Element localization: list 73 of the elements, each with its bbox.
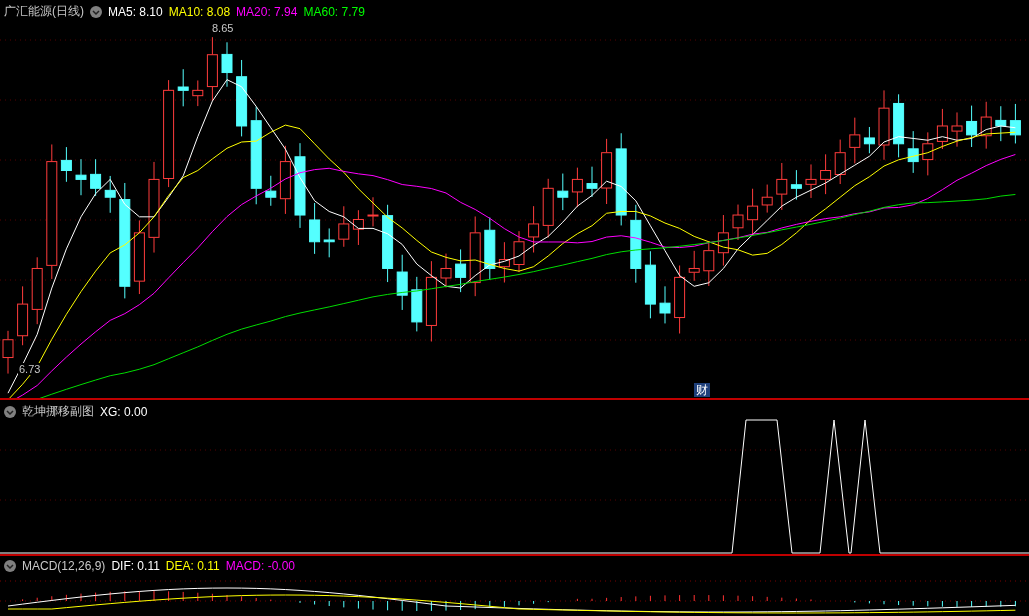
candlestick: [396, 254, 408, 311]
candlestick: [907, 130, 919, 174]
candlestick: [265, 175, 277, 207]
candlestick: [206, 36, 218, 102]
indicator-value: MA60: 7.79: [303, 4, 365, 19]
candlestick: [980, 101, 992, 150]
candlestick: [674, 265, 686, 334]
candlestick: [995, 105, 1007, 142]
candlestick: [922, 131, 934, 176]
candlestick: [75, 158, 87, 196]
candlestick: [966, 105, 978, 148]
indicator-value: DEA: 0.11: [165, 559, 220, 573]
candlestick: [309, 202, 321, 255]
candlestick: [703, 240, 715, 287]
candlestick: [367, 196, 379, 227]
candlestick: [60, 146, 72, 183]
indicator-value: MA20: 7.94: [236, 4, 298, 19]
candlestick: [659, 285, 671, 324]
indicator-value: MACD: -0.00: [225, 559, 295, 573]
candlestick: [747, 188, 759, 236]
candlestick: [893, 93, 905, 158]
dropdown-icon[interactable]: [4, 560, 16, 572]
candlestick: [484, 217, 496, 281]
candlestick: [717, 214, 729, 267]
chart-title: MACD(12,26,9): [22, 559, 106, 573]
candlestick: [805, 163, 817, 199]
candlestick: [586, 166, 598, 198]
low-price-label: 6.73: [18, 363, 42, 375]
indicator-value: XG: 0.00: [100, 404, 148, 419]
candlestick: [455, 248, 467, 293]
candlestick: [338, 205, 350, 248]
candlestick: [571, 167, 583, 208]
candlestick: [104, 175, 116, 214]
candlestick: [820, 153, 832, 195]
candlestick: [951, 111, 963, 148]
candlestick: [849, 117, 861, 164]
candlestick: [776, 162, 788, 211]
candlestick: [732, 204, 744, 241]
high-price-label: 8.65: [212, 22, 234, 34]
candlestick: [192, 79, 204, 107]
candlestick: [644, 250, 656, 319]
dropdown-icon[interactable]: [90, 5, 102, 18]
candlestick: [31, 256, 43, 325]
dropdown-icon[interactable]: [4, 405, 16, 418]
chart-title: 乾坤挪移副图: [22, 403, 94, 420]
candlestick: [352, 209, 364, 246]
candlestick: [440, 253, 452, 288]
candlestick: [17, 285, 29, 346]
candlestick: [221, 41, 233, 88]
candlestick: [90, 158, 102, 197]
event-badge[interactable]: 财: [694, 383, 710, 397]
candlestick: [513, 230, 525, 273]
indicator-value: MA5: 8.10: [108, 4, 163, 19]
candlestick: [1009, 103, 1021, 144]
candlestick: [936, 108, 948, 150]
candlestick: [411, 276, 423, 332]
candlestick: [878, 89, 890, 161]
candlestick: [834, 139, 846, 185]
candlestick: [177, 68, 189, 107]
candlestick: [601, 138, 613, 205]
candlestick: [279, 145, 291, 215]
candlestick: [557, 173, 569, 211]
chart-title: 广汇能源(日线): [4, 3, 84, 20]
candlestick: [323, 227, 335, 258]
candlestick: [790, 169, 802, 201]
indicator-value: MA10: 8.08: [168, 4, 231, 19]
indicator-value: DIF: 0.11: [111, 559, 160, 573]
candlestick: [863, 126, 875, 154]
candlestick: [528, 205, 540, 253]
candlestick: [498, 241, 510, 283]
candlestick: [761, 184, 773, 214]
candlestick: [542, 178, 554, 238]
candlestick: [688, 250, 700, 282]
